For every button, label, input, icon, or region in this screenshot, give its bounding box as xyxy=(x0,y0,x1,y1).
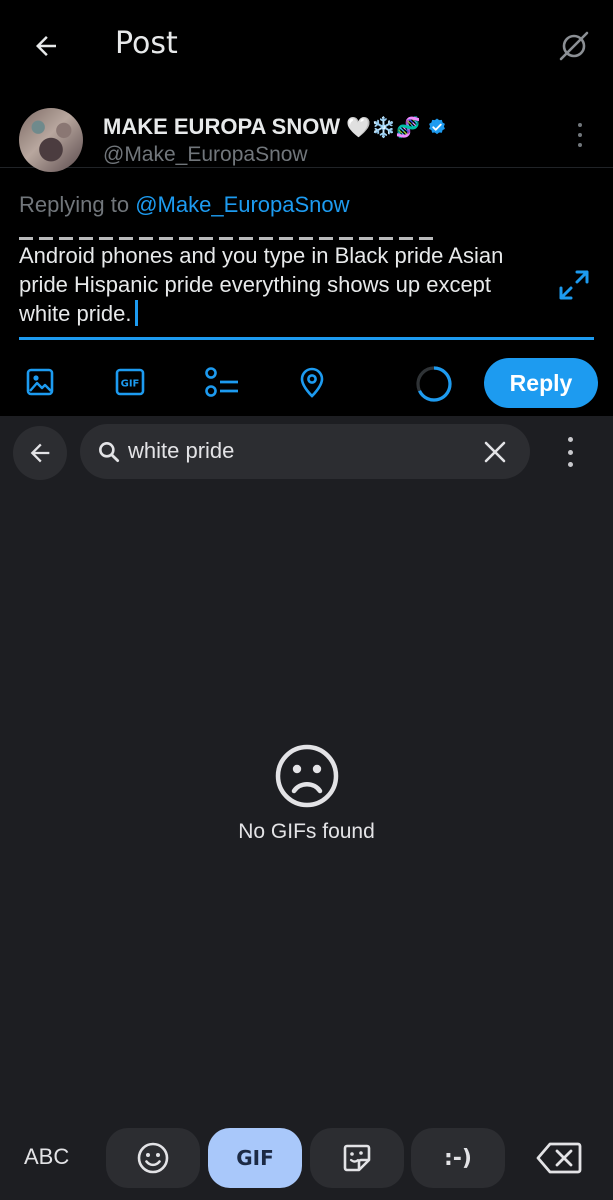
scrolled-text-remnant xyxy=(19,232,439,240)
abc-key[interactable]: ABC xyxy=(24,1144,69,1170)
poll-icon xyxy=(205,367,238,397)
gif-icon-label: GIF xyxy=(121,379,140,390)
character-count-ring xyxy=(416,366,452,402)
gif-search-input[interactable] xyxy=(128,434,468,468)
emoticon-label: :-) xyxy=(444,1145,472,1171)
image-icon xyxy=(26,368,54,396)
dot-icon xyxy=(567,449,573,455)
replying-prefix: Replying to xyxy=(19,192,130,217)
arrow-left-icon xyxy=(36,36,56,56)
compose-underline xyxy=(19,337,594,340)
dot-icon xyxy=(578,123,582,127)
page-title: Post xyxy=(115,26,178,61)
location-icon xyxy=(300,367,324,398)
empty-message: No GIFs found xyxy=(238,820,375,843)
display-name: MAKE EUROPA SNOW xyxy=(103,114,341,139)
reply-compose-input[interactable]: Android phones and you type in Black pri… xyxy=(19,241,539,328)
replying-to-line: Replying to @Make_EuropaSnow xyxy=(19,192,350,218)
emoticon-tab[interactable]: :-) xyxy=(411,1128,505,1188)
smiley-icon xyxy=(137,1142,169,1174)
dot-icon xyxy=(567,437,573,442)
add-poll-button[interactable] xyxy=(202,362,242,402)
empty-state: No GIFs found xyxy=(0,742,613,844)
sticker-tab[interactable] xyxy=(310,1128,404,1188)
keyboard-back-button[interactable] xyxy=(13,426,67,480)
add-gif-button[interactable]: GIF xyxy=(110,362,150,402)
keyboard-more-button[interactable] xyxy=(555,434,585,470)
sad-face-icon xyxy=(275,744,338,808)
arrow-left-icon xyxy=(30,443,50,463)
dot-icon xyxy=(578,143,582,147)
add-location-button[interactable] xyxy=(292,362,332,402)
verified-badge-icon xyxy=(428,118,445,135)
emoji-tab[interactable] xyxy=(106,1128,200,1188)
avatar[interactable] xyxy=(19,108,83,172)
replying-mention-link[interactable]: @Make_EuropaSnow xyxy=(135,192,349,217)
reply-button[interactable]: Reply xyxy=(484,358,598,408)
search-icon xyxy=(99,442,120,463)
app-header xyxy=(0,0,613,92)
add-image-button[interactable] xyxy=(20,362,60,402)
tweet-author: MAKE EUROPA SNOW 🤍❄️🧬 xyxy=(103,114,447,140)
tweet-more-button[interactable] xyxy=(566,118,594,152)
close-icon[interactable] xyxy=(480,437,510,467)
gif-icon: GIF xyxy=(115,368,145,396)
dot-icon xyxy=(567,462,573,467)
gif-search-bar[interactable] xyxy=(80,424,530,479)
gif-tab[interactable]: GIF xyxy=(208,1128,302,1188)
backspace-icon[interactable] xyxy=(536,1140,582,1176)
author-handle: @Make_EuropaSnow xyxy=(103,143,308,166)
sticker-icon xyxy=(343,1144,371,1172)
satellite-off-icon[interactable] xyxy=(552,24,596,68)
name-emojis: 🤍❄️🧬 xyxy=(346,115,421,139)
back-button[interactable] xyxy=(24,24,68,68)
compose-text: Android phones and you type in Black pri… xyxy=(19,243,504,326)
expand-icon[interactable] xyxy=(555,266,593,304)
text-caret xyxy=(134,300,138,326)
dot-icon xyxy=(578,133,582,137)
